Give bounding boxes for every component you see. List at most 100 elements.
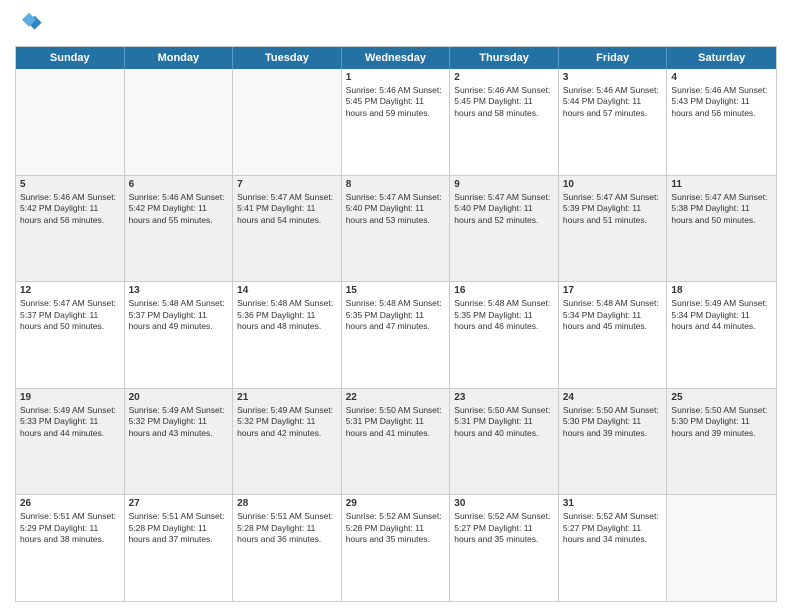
day-info: Sunrise: 5:47 AM Sunset: 5:39 PM Dayligh… [563,192,663,226]
week-row-3: 12 Sunrise: 5:47 AM Sunset: 5:37 PM Dayli… [16,282,776,389]
day-cell: 4 Sunrise: 5:46 AM Sunset: 5:43 PM Daylig… [667,69,776,175]
day-info: Sunrise: 5:49 AM Sunset: 5:32 PM Dayligh… [237,405,337,439]
week-row-1: 1 Sunrise: 5:46 AM Sunset: 5:45 PM Daylig… [16,69,776,176]
day-info: Sunrise: 5:51 AM Sunset: 5:28 PM Dayligh… [129,511,229,545]
day-cell: 21 Sunrise: 5:49 AM Sunset: 5:32 PM Dayli… [233,389,342,495]
day-info: Sunrise: 5:52 AM Sunset: 5:27 PM Dayligh… [454,511,554,545]
day-cell: 24 Sunrise: 5:50 AM Sunset: 5:30 PM Dayli… [559,389,668,495]
day-info: Sunrise: 5:49 AM Sunset: 5:33 PM Dayligh… [20,405,120,439]
day-number: 22 [346,392,446,403]
day-number: 28 [237,498,337,509]
calendar: SundayMondayTuesdayWednesdayThursdayFrid… [15,46,777,602]
day-number: 6 [129,179,229,190]
day-cell: 26Sunrise: 5:51 AM Sunset: 5:29 PM Dayli… [16,495,125,601]
week-row-4: 19 Sunrise: 5:49 AM Sunset: 5:33 PM Dayli… [16,389,776,496]
day-info: Sunrise: 5:49 AM Sunset: 5:32 PM Dayligh… [129,405,229,439]
header-day-sunday: Sunday [16,47,125,69]
day-cell: 11 Sunrise: 5:47 AM Sunset: 5:38 PM Dayli… [667,176,776,282]
day-info: Sunrise: 5:47 AM Sunset: 5:37 PM Dayligh… [20,298,120,332]
day-cell: 22 Sunrise: 5:50 AM Sunset: 5:31 PM Dayli… [342,389,451,495]
header-day-wednesday: Wednesday [342,47,451,69]
day-cell [16,69,125,175]
day-info: Sunrise: 5:50 AM Sunset: 5:31 PM Dayligh… [346,405,446,439]
day-number: 20 [129,392,229,403]
day-cell: 1 Sunrise: 5:46 AM Sunset: 5:45 PM Daylig… [342,69,451,175]
day-info: Sunrise: 5:51 AM Sunset: 5:28 PM Dayligh… [237,511,337,545]
day-cell: 3Sunrise: 5:46 AM Sunset: 5:44 PM Daylig… [559,69,668,175]
day-cell: 16Sunrise: 5:48 AM Sunset: 5:35 PM Dayli… [450,282,559,388]
header-day-friday: Friday [559,47,668,69]
day-number: 27 [129,498,229,509]
day-info: Sunrise: 5:46 AM Sunset: 5:42 PM Dayligh… [129,192,229,226]
header-day-thursday: Thursday [450,47,559,69]
day-cell: 8Sunrise: 5:47 AM Sunset: 5:40 PM Daylig… [342,176,451,282]
day-cell: 10 Sunrise: 5:47 AM Sunset: 5:39 PM Dayli… [559,176,668,282]
day-number: 2 [454,72,554,83]
day-number: 12 [20,285,120,296]
day-number: 15 [346,285,446,296]
day-number: 7 [237,179,337,190]
day-info: Sunrise: 5:49 AM Sunset: 5:34 PM Dayligh… [671,298,772,332]
day-cell [125,69,234,175]
day-info: Sunrise: 5:47 AM Sunset: 5:40 PM Dayligh… [346,192,446,226]
day-info: Sunrise: 5:47 AM Sunset: 5:38 PM Dayligh… [671,192,772,226]
calendar-body: 1 Sunrise: 5:46 AM Sunset: 5:45 PM Daylig… [16,69,776,601]
day-number: 23 [454,392,554,403]
day-cell [667,495,776,601]
day-number: 25 [671,392,772,403]
day-number: 11 [671,179,772,190]
week-row-2: 5Sunrise: 5:46 AM Sunset: 5:42 PM Daylig… [16,176,776,283]
day-number: 3 [563,72,663,83]
day-info: Sunrise: 5:52 AM Sunset: 5:27 PM Dayligh… [563,511,663,545]
day-cell: 25 Sunrise: 5:50 AM Sunset: 5:30 PM Dayli… [667,389,776,495]
day-number: 10 [563,179,663,190]
day-number: 24 [563,392,663,403]
day-cell: 12 Sunrise: 5:47 AM Sunset: 5:37 PM Dayli… [16,282,125,388]
day-info: Sunrise: 5:50 AM Sunset: 5:31 PM Dayligh… [454,405,554,439]
day-number: 4 [671,72,772,83]
day-cell: 15 Sunrise: 5:48 AM Sunset: 5:35 PM Dayli… [342,282,451,388]
header-day-saturday: Saturday [667,47,776,69]
page-container: SundayMondayTuesdayWednesdayThursdayFrid… [0,0,792,612]
calendar-header: SundayMondayTuesdayWednesdayThursdayFrid… [16,47,776,69]
day-info: Sunrise: 5:46 AM Sunset: 5:43 PM Dayligh… [671,85,772,119]
day-number: 1 [346,72,446,83]
day-cell [233,69,342,175]
day-cell: 7 Sunrise: 5:47 AM Sunset: 5:41 PM Daylig… [233,176,342,282]
page-header [15,10,777,38]
day-cell: 28 Sunrise: 5:51 AM Sunset: 5:28 PM Dayli… [233,495,342,601]
day-info: Sunrise: 5:48 AM Sunset: 5:34 PM Dayligh… [563,298,663,332]
day-cell: 2 Sunrise: 5:46 AM Sunset: 5:45 PM Daylig… [450,69,559,175]
day-cell: 20 Sunrise: 5:49 AM Sunset: 5:32 PM Dayli… [125,389,234,495]
day-number: 9 [454,179,554,190]
day-cell: 18 Sunrise: 5:49 AM Sunset: 5:34 PM Dayli… [667,282,776,388]
day-info: Sunrise: 5:46 AM Sunset: 5:45 PM Dayligh… [454,85,554,119]
day-info: Sunrise: 5:48 AM Sunset: 5:37 PM Dayligh… [129,298,229,332]
day-cell: 14 Sunrise: 5:48 AM Sunset: 5:36 PM Dayli… [233,282,342,388]
day-cell: 19 Sunrise: 5:49 AM Sunset: 5:33 PM Dayli… [16,389,125,495]
day-info: Sunrise: 5:47 AM Sunset: 5:41 PM Dayligh… [237,192,337,226]
day-cell: 23 Sunrise: 5:50 AM Sunset: 5:31 PM Dayli… [450,389,559,495]
day-number: 29 [346,498,446,509]
day-cell: 17 Sunrise: 5:48 AM Sunset: 5:34 PM Dayli… [559,282,668,388]
logo [15,10,47,38]
day-info: Sunrise: 5:48 AM Sunset: 5:36 PM Dayligh… [237,298,337,332]
day-number: 31 [563,498,663,509]
day-number: 19 [20,392,120,403]
day-number: 18 [671,285,772,296]
day-number: 30 [454,498,554,509]
week-row-5: 26Sunrise: 5:51 AM Sunset: 5:29 PM Dayli… [16,495,776,601]
header-day-monday: Monday [125,47,234,69]
day-cell: 6 Sunrise: 5:46 AM Sunset: 5:42 PM Daylig… [125,176,234,282]
day-info: Sunrise: 5:52 AM Sunset: 5:28 PM Dayligh… [346,511,446,545]
day-number: 21 [237,392,337,403]
day-number: 14 [237,285,337,296]
day-number: 17 [563,285,663,296]
day-info: Sunrise: 5:47 AM Sunset: 5:40 PM Dayligh… [454,192,554,226]
day-number: 26 [20,498,120,509]
day-info: Sunrise: 5:46 AM Sunset: 5:42 PM Dayligh… [20,192,120,226]
day-info: Sunrise: 5:50 AM Sunset: 5:30 PM Dayligh… [671,405,772,439]
day-info: Sunrise: 5:46 AM Sunset: 5:45 PM Dayligh… [346,85,446,119]
day-info: Sunrise: 5:50 AM Sunset: 5:30 PM Dayligh… [563,405,663,439]
day-info: Sunrise: 5:48 AM Sunset: 5:35 PM Dayligh… [346,298,446,332]
